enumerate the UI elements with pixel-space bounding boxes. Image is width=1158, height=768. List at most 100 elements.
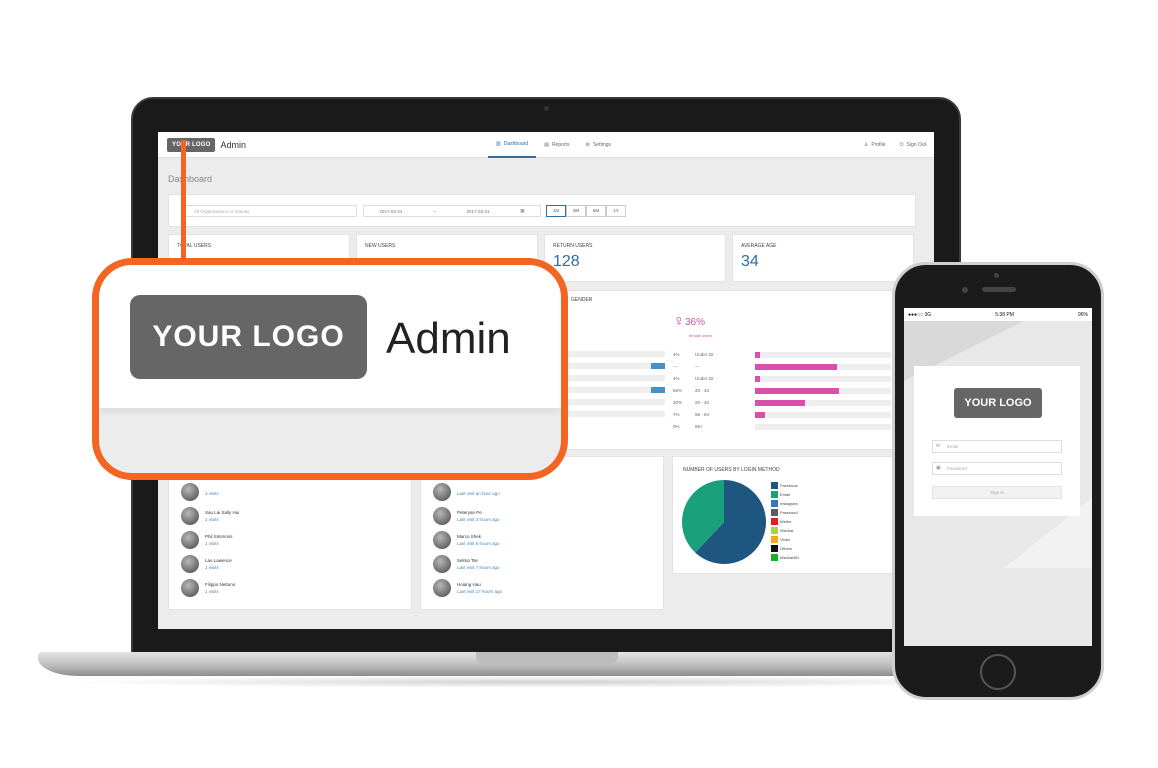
email-field[interactable]: ✉ Email [932, 440, 1062, 453]
phone-front-camera [994, 273, 999, 278]
avatar [433, 555, 451, 573]
filter-card: All Organizations or Venues 2017-03-24 ~… [168, 194, 916, 227]
date-range-input[interactable]: 2017-03-24 ~ 2017-03-31 ▦ [363, 205, 541, 217]
age-bar-track [755, 423, 891, 430]
user-name: Phil Simmons [205, 534, 233, 539]
legend-item: Others [771, 544, 799, 553]
avatar [181, 531, 199, 549]
password-field[interactable]: ▣ Password [932, 462, 1062, 475]
user-name: Filippo Nettuno [205, 582, 236, 587]
age-label: 65+ [695, 424, 703, 429]
nav-reports[interactable]: ▤ Reports [536, 132, 577, 158]
age-bar-track [755, 363, 891, 370]
app-topbar: YOUR LOGO Admin ▥ Dashboard ▤ Reports ⚙ Set… [158, 132, 934, 158]
power-icon: ⏻ [899, 142, 904, 148]
main-nav: ▥ Dashboard ▤ Reports ⚙ Settings [488, 132, 619, 158]
range-1y-button[interactable]: 1Y [606, 205, 626, 217]
chart-icon: ▥ [496, 141, 501, 147]
user-visit-meta: Last visit 6 hours ago [457, 541, 500, 546]
user-name: Peteryan Pe [457, 510, 482, 515]
phone-login-screen: ●●●○○ 3G 5:38 PM 96% YOUR LOGO ✉ Email ▣ P… [904, 308, 1092, 646]
stat-label: AVERAGE AGE [741, 243, 777, 249]
range-1m-button[interactable]: 1M [546, 205, 566, 217]
nav-settings[interactable]: ⚙ Settings [577, 132, 619, 158]
user-name: Lau Lawence [205, 558, 232, 563]
legend-item: Facebook [771, 481, 799, 490]
age-bar-fill [755, 387, 840, 394]
age-pct: 4% [673, 352, 680, 357]
callout-connector [181, 140, 186, 264]
legend-item: Wechat [771, 526, 799, 535]
user-list-item[interactable]: Sau Lai Sally Hui 1 visits [181, 507, 239, 525]
callout-admin-label: Admin [386, 314, 511, 363]
legend-swatch [771, 545, 778, 552]
brand-admin-label: Admin [220, 139, 246, 150]
user-list-item[interactable]: Lau Lawence 1 visits [181, 555, 232, 573]
login-method-title: NUMBER OF USERS BY LOGIN METHOD [683, 467, 780, 473]
org-search-input[interactable]: All Organizations or Venues [185, 205, 357, 217]
age-bar-fill [755, 411, 765, 418]
avatar [181, 507, 199, 525]
female-percentage: 36% [685, 317, 706, 328]
age-bar-fill [755, 399, 806, 406]
user-list-item[interactable]: 1 visits [181, 483, 219, 501]
legend-swatch [771, 527, 778, 534]
legend-swatch [771, 509, 778, 516]
range-6m-button[interactable]: 6M [586, 205, 606, 217]
legend-swatch [771, 500, 778, 507]
nav-dashboard[interactable]: ▥ Dashboard [488, 132, 537, 158]
brand-logo[interactable]: YOUR LOGO [167, 137, 216, 152]
age-label: 20 - 40 [695, 400, 710, 405]
stat-value: 34 [741, 253, 759, 270]
user-list-item[interactable]: Marco Shek Last visit 6 hours ago [433, 531, 500, 549]
range-3m-button[interactable]: 3M [566, 205, 586, 217]
login-method-pie [682, 480, 766, 564]
sign-in-button[interactable]: Sign in [932, 486, 1062, 499]
legend-label: Weibo [780, 519, 792, 524]
age-pct: 56% [673, 388, 683, 393]
user-list-item[interactable]: Last visit an hour ago [433, 483, 500, 501]
status-time: 5:38 PM [995, 311, 1014, 318]
gender-title: GENDER [571, 297, 593, 303]
user-list-item[interactable]: Selma Tse Last visit 7 hours ago [433, 555, 500, 573]
stat-return-users: RETURN USERS 128 [544, 234, 726, 282]
age-pct: 7% [673, 412, 680, 417]
nav-profile[interactable]: ♙ Profile [864, 132, 886, 158]
user-visit-meta: 1 visits [205, 541, 219, 546]
user-list-item[interactable]: Phil Simmons 1 visits [181, 531, 233, 549]
male-bar-fill [651, 387, 665, 393]
age-bar-fill [755, 351, 761, 358]
phone-sensor [962, 287, 968, 293]
phone-home-button[interactable] [980, 654, 1016, 690]
lock-icon: ▣ [936, 465, 941, 471]
battery-status: 96% [1077, 311, 1088, 318]
nav-sign-out[interactable]: ⏻ Sign Out [900, 132, 926, 158]
age-bar-fill [755, 375, 761, 382]
stat-label: RETURN USERS [553, 243, 593, 249]
legend-item: Password [771, 508, 799, 517]
user-list-item[interactable]: Peteryan Pe Last visit 3 hours ago [433, 507, 500, 525]
legend-swatch [771, 536, 778, 543]
stat-label: TOTAL USERS [177, 243, 212, 249]
female-icon: ♀ [673, 313, 685, 330]
nav-profile-label: Profile [871, 142, 886, 148]
callout-topbar: YOUR LOGO Admin [99, 265, 561, 409]
user-list-item[interactable]: Hoiang Hau Last visit 17 hours ago [433, 579, 502, 597]
nav-dashboard-label: Dashboard [503, 141, 529, 147]
male-bar-fill [651, 363, 665, 369]
user-visit-meta: 1 visits [205, 490, 219, 496]
avatar [181, 579, 199, 597]
avatar [433, 507, 451, 525]
carrier-signal: ●●●○○ 3G [908, 311, 932, 318]
age-bar-track [755, 375, 891, 382]
stat-value: 128 [553, 253, 580, 270]
age-row: 4% Under 20 [673, 375, 891, 382]
user-name: Selma Tse [457, 558, 478, 563]
user-list-item[interactable]: Filippo Nettuno 1 visits [181, 579, 235, 597]
age-label: 55 - 64 [695, 412, 710, 417]
logo-zoom-callout: YOUR LOGO Admin [92, 258, 568, 480]
range-toggle: 1M 3M 6M 1Y [546, 205, 626, 217]
nav-sign-out-label: Sign Out [906, 142, 926, 148]
age-label: Under 20 [695, 352, 714, 357]
phone-earpiece [982, 287, 1016, 292]
